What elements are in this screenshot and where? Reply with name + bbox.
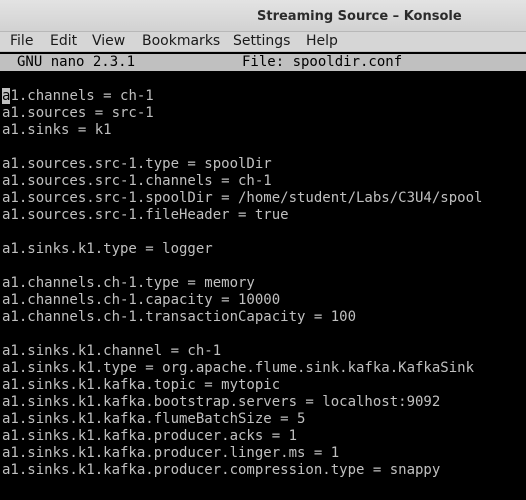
nano-header-bar: GNU nano 2.3.1 File: spooldir.conf: [0, 54, 526, 71]
terminal-area[interactable]: GNU nano 2.3.1 File: spooldir.conf a1.ch…: [0, 52, 526, 500]
menu-help[interactable]: Help: [306, 32, 338, 50]
menu-settings[interactable]: Settings: [233, 32, 290, 50]
editor-line: a1.sources.src-1.fileHeader = true: [2, 207, 289, 223]
editor-line: a1.sinks.k1.channel = ch-1: [2, 343, 222, 359]
editor-line: a1.sinks.k1.kafka.topic = mytopic: [2, 377, 281, 393]
editor-line: a1.sources.src-1.channels = ch-1: [2, 173, 272, 189]
editor-text-area[interactable]: a1.channels = ch-1 a1.sources = src-1 a1…: [2, 88, 522, 479]
editor-line: a1.channels.ch-1.capacity = 10000: [2, 292, 281, 308]
editor-line: a1.sinks.k1.kafka.producer.acks = 1: [2, 428, 298, 444]
editor-line: a1.sinks.k1.type = org.apache.flume.sink…: [2, 360, 475, 376]
editor-line: a1.sources.src-1.type = spoolDir: [2, 156, 272, 172]
editor-line: a1.sinks.k1.kafka.producer.linger.ms = 1: [2, 445, 340, 461]
menu-edit[interactable]: Edit: [50, 32, 77, 50]
nano-filename: File: spooldir.conf: [242, 54, 403, 70]
editor-line: a1.channels = ch-1: [2, 88, 522, 105]
line-text: 1.channels = ch-1: [10, 88, 154, 104]
editor-line: a1.sinks.k1.kafka.bootstrap.servers = lo…: [2, 394, 441, 410]
editor-line: a1.sinks.k1.kafka.flumeBatchSize = 5: [2, 411, 306, 427]
editor-line: a1.sinks.k1.type = logger: [2, 241, 213, 257]
menu-file[interactable]: File: [10, 32, 33, 50]
menu-bar: File Edit View Bookmarks Settings Help: [0, 32, 526, 52]
konsole-window: Streaming Source – Konsole File Edit Vie…: [0, 0, 526, 500]
editor-line: a1.sources = src-1: [2, 105, 154, 121]
menu-bookmarks[interactable]: Bookmarks: [142, 32, 220, 50]
editor-line: a1.channels.ch-1.transactionCapacity = 1…: [2, 309, 357, 325]
editor-line: a1.sources.src-1.spoolDir = /home/studen…: [2, 190, 483, 206]
window-title: Streaming Source – Konsole: [257, 9, 462, 24]
editor-line: a1.channels.ch-1.type = memory: [2, 275, 255, 291]
editor-line: a1.sinks.k1.kafka.producer.compression.t…: [2, 462, 441, 478]
title-bar[interactable]: Streaming Source – Konsole: [0, 0, 526, 32]
editor-line: a1.sinks = k1: [2, 122, 112, 138]
menu-view[interactable]: View: [92, 32, 125, 50]
nano-version: GNU nano 2.3.1: [17, 54, 136, 70]
